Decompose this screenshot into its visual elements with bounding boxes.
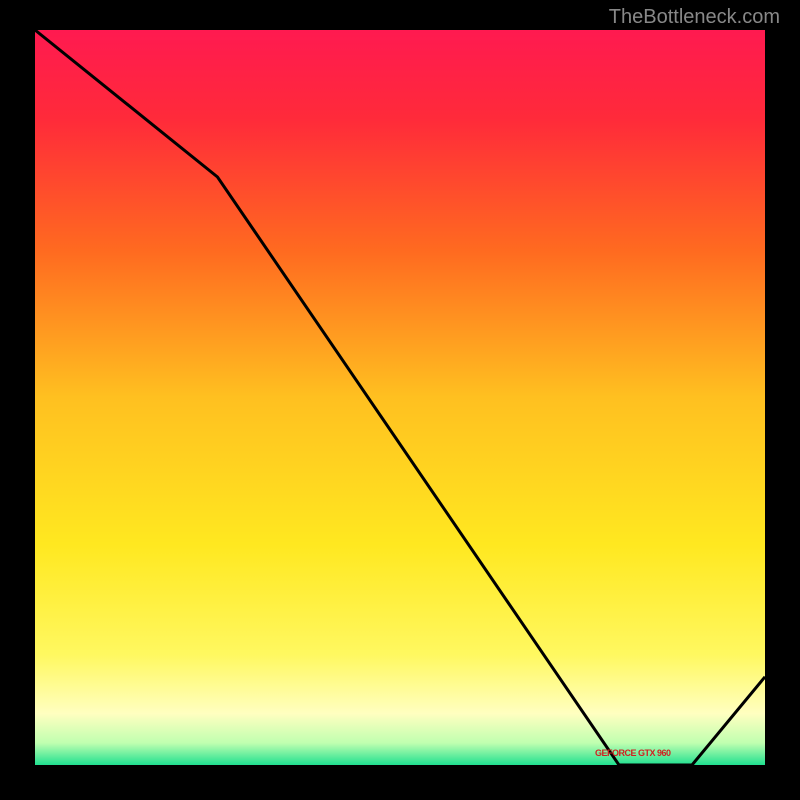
attribution-text: TheBottleneck.com: [609, 6, 780, 29]
gpu-annotation: GEFORCE GTX 960: [595, 748, 671, 758]
chart-frame: GEFORCE GTX 960: [35, 30, 765, 765]
bottleneck-curve: [35, 30, 765, 765]
